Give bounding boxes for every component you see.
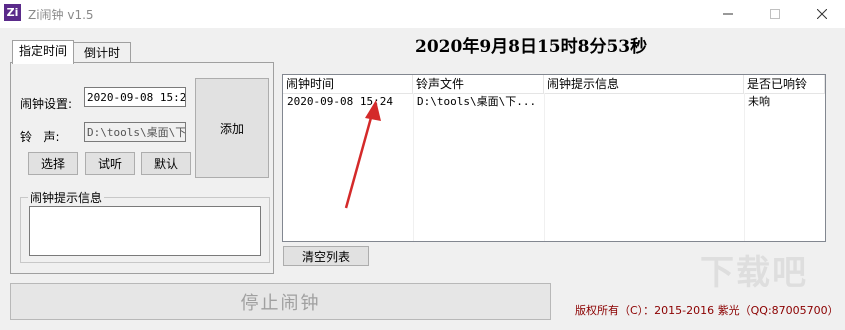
tab-specified-time[interactable]: 指定时间: [12, 40, 74, 64]
stop-alarm-button: 停止闹钟: [10, 283, 551, 320]
watermark-logo: 下载吧: [700, 253, 808, 293]
copyright-text: 版权所有（C）：2015-2016 紫光（QQ:87005700）: [575, 304, 839, 317]
clear-list-button[interactable]: 清空列表: [283, 246, 369, 266]
